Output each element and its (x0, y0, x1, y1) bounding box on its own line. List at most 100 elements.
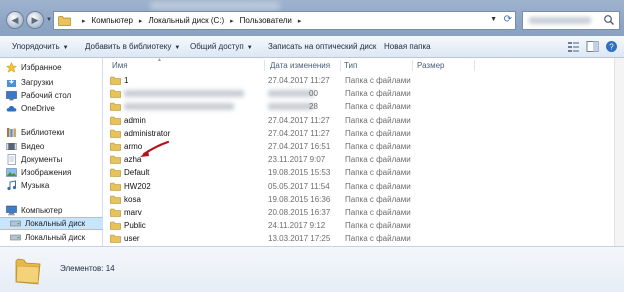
address-bar[interactable]: ▸ Компьютер ▸ Локальный диск (C:) ▸ Поль… (53, 11, 516, 30)
file-type: Папка с файлами (345, 208, 411, 217)
sidebar-item-onedrive[interactable]: OneDrive (6, 102, 109, 115)
sidebar-item-computer[interactable]: Компьютер (6, 204, 109, 217)
chevron-right-icon: ▸ (230, 17, 234, 25)
blurred-file-name (124, 90, 244, 98)
search-icon[interactable] (603, 14, 615, 26)
breadcrumb-computer[interactable]: Компьютер (92, 16, 133, 25)
folder-icon (110, 129, 121, 138)
organize-button[interactable]: Упорядочить ▼ (12, 42, 69, 51)
column-divider[interactable] (412, 60, 413, 71)
file-type: Папка с файлами (345, 128, 411, 138)
sidebar-item-favorites[interactable]: Избранное (6, 61, 109, 74)
images-icon (6, 168, 17, 177)
folder-icon (110, 89, 121, 98)
forward-button[interactable]: ▶ (26, 11, 44, 29)
table-row[interactable]: azha 23.11.2017 9:07 Папка с файлами (104, 153, 619, 166)
folder-icon (15, 258, 41, 285)
file-type: Папка с файлами (345, 115, 411, 125)
table-row[interactable]: admin 27.04.2017 11:27 Папка с файлами (104, 114, 619, 127)
preview-pane-icon[interactable] (586, 40, 599, 53)
sidebar-item-documents[interactable]: Документы (6, 153, 109, 166)
file-name: HW202 (124, 181, 151, 191)
sidebar-item-images[interactable]: Изображения (6, 166, 109, 179)
column-divider[interactable] (340, 60, 341, 71)
column-header-date[interactable]: Дата изменения (270, 58, 330, 72)
sidebar-item-desktop[interactable]: Рабочий стол (6, 89, 109, 102)
sidebar-item-music[interactable]: Музыка (6, 179, 109, 192)
file-name: Public (124, 221, 146, 231)
column-divider[interactable] (474, 60, 475, 71)
sidebar-item-libraries[interactable]: Библиотеки (6, 126, 109, 139)
folder-icon (110, 208, 121, 217)
command-bar: Упорядочить ▼ Добавить в библиотеку ▼ Общи… (0, 36, 624, 58)
downloads-icon (7, 77, 16, 87)
table-row[interactable]: 00 Папка с файлами (104, 87, 619, 100)
file-type: Папка с файлами (345, 155, 411, 165)
file-name: admin (124, 115, 146, 125)
sidebar-item-label: Локальный диск (25, 233, 86, 242)
table-row[interactable]: Default 19.08.2015 15:53 Папка с файлами (104, 166, 619, 179)
table-row[interactable]: user 13.03.2017 17:25 Папка с файлами (104, 232, 619, 245)
search-input[interactable] (522, 11, 620, 30)
table-row[interactable]: 28 Папка с файлами (104, 100, 619, 113)
recent-pages-dropdown[interactable]: ▼ (46, 17, 52, 23)
sidebar-item-local-disk-selected[interactable]: Локальный диск (0, 217, 103, 230)
help-icon[interactable]: ? (605, 40, 618, 53)
folder-icon (110, 103, 121, 112)
table-row[interactable]: marv 20.08.2015 16:37 Папка с файлами (104, 206, 619, 219)
address-dropdown-icon[interactable]: ▼ (490, 16, 497, 23)
computer-icon (6, 205, 17, 216)
column-header-name[interactable]: Имя (112, 58, 128, 72)
blurred-file-name (124, 103, 234, 111)
folder-icon (110, 142, 121, 151)
column-divider[interactable] (264, 60, 265, 71)
table-row[interactable]: Public 24.11.2017 9:12 Папка с файлами (104, 219, 619, 232)
new-folder-button[interactable]: Новая папка (384, 42, 431, 51)
table-row[interactable]: administrator 27.04.2017 11:27 Папка с фай… (104, 127, 619, 140)
column-header-type[interactable]: Тип (344, 58, 357, 72)
file-date: 27.04.2017 11:27 (268, 115, 330, 125)
table-row[interactable]: kosa 19.08.2015 16:36 Папка с файлами (104, 193, 619, 206)
blurred-search-placeholder (529, 17, 591, 24)
file-list: ▲ Имя Дата изменения Тип Размер 1 27.04.2… (104, 57, 619, 257)
blurred-window-title (150, 2, 280, 10)
documents-icon (7, 154, 16, 165)
file-name: kosa (124, 194, 141, 204)
details-pane: Элементов: 14 (0, 246, 624, 292)
video-icon (6, 143, 17, 150)
sidebar-item-label: Документы (21, 155, 63, 164)
file-date: 23.11.2017 9:07 (268, 155, 326, 165)
breadcrumb-local-disk[interactable]: Локальный диск (C:) (148, 16, 224, 25)
back-button[interactable]: ◀ (6, 11, 24, 29)
file-name: marv (124, 208, 142, 217)
sidebar-item-label: Локальный диск (25, 219, 86, 228)
add-to-library-button[interactable]: Добавить в библиотеку ▼ (85, 42, 180, 51)
burn-button[interactable]: Записать на оптический диск (268, 42, 376, 51)
folder-icon (110, 116, 121, 125)
file-date: 27.04.2017 16:51 (268, 142, 331, 151)
chevron-right-icon: ▸ (82, 17, 86, 25)
column-header-size[interactable]: Размер (417, 58, 445, 72)
file-date: 00 (309, 89, 318, 99)
file-date: 27.04.2017 11:27 (268, 128, 330, 138)
sidebar-item-local-disk[interactable]: Локальный диск (10, 231, 113, 244)
column-header-label: Размер (417, 60, 445, 70)
file-type: Папка с файлами (345, 89, 411, 99)
table-row[interactable]: HW202 05.05.2017 11:54 Папка с файлами (104, 180, 619, 193)
sidebar-item-downloads[interactable]: Загрузки (6, 76, 109, 89)
sidebar-item-label: OneDrive (21, 104, 55, 113)
share-button[interactable]: Общий доступ ▼ (190, 42, 253, 51)
column-header-label: Дата изменения (270, 60, 331, 70)
sidebar-item-label: Библиотеки (21, 128, 65, 137)
view-options-icon[interactable] (567, 40, 580, 53)
table-row[interactable]: 1 27.04.2017 11:27 Папка с файлами (104, 74, 619, 87)
folder-icon (110, 155, 121, 164)
item-count: Элементов: 14 (60, 264, 115, 273)
breadcrumb-users[interactable]: Пользователи (240, 16, 292, 25)
table-row[interactable]: armo 27.04.2017 16:51 Папка с файлами (104, 140, 619, 153)
refresh-icon[interactable]: ⟳ (504, 14, 512, 25)
vertical-scrollbar[interactable] (614, 58, 624, 246)
file-type: Папка с файлами (345, 234, 411, 244)
file-date: 27.04.2017 11:27 (268, 76, 330, 85)
sidebar-item-video[interactable]: Видео (6, 140, 109, 153)
